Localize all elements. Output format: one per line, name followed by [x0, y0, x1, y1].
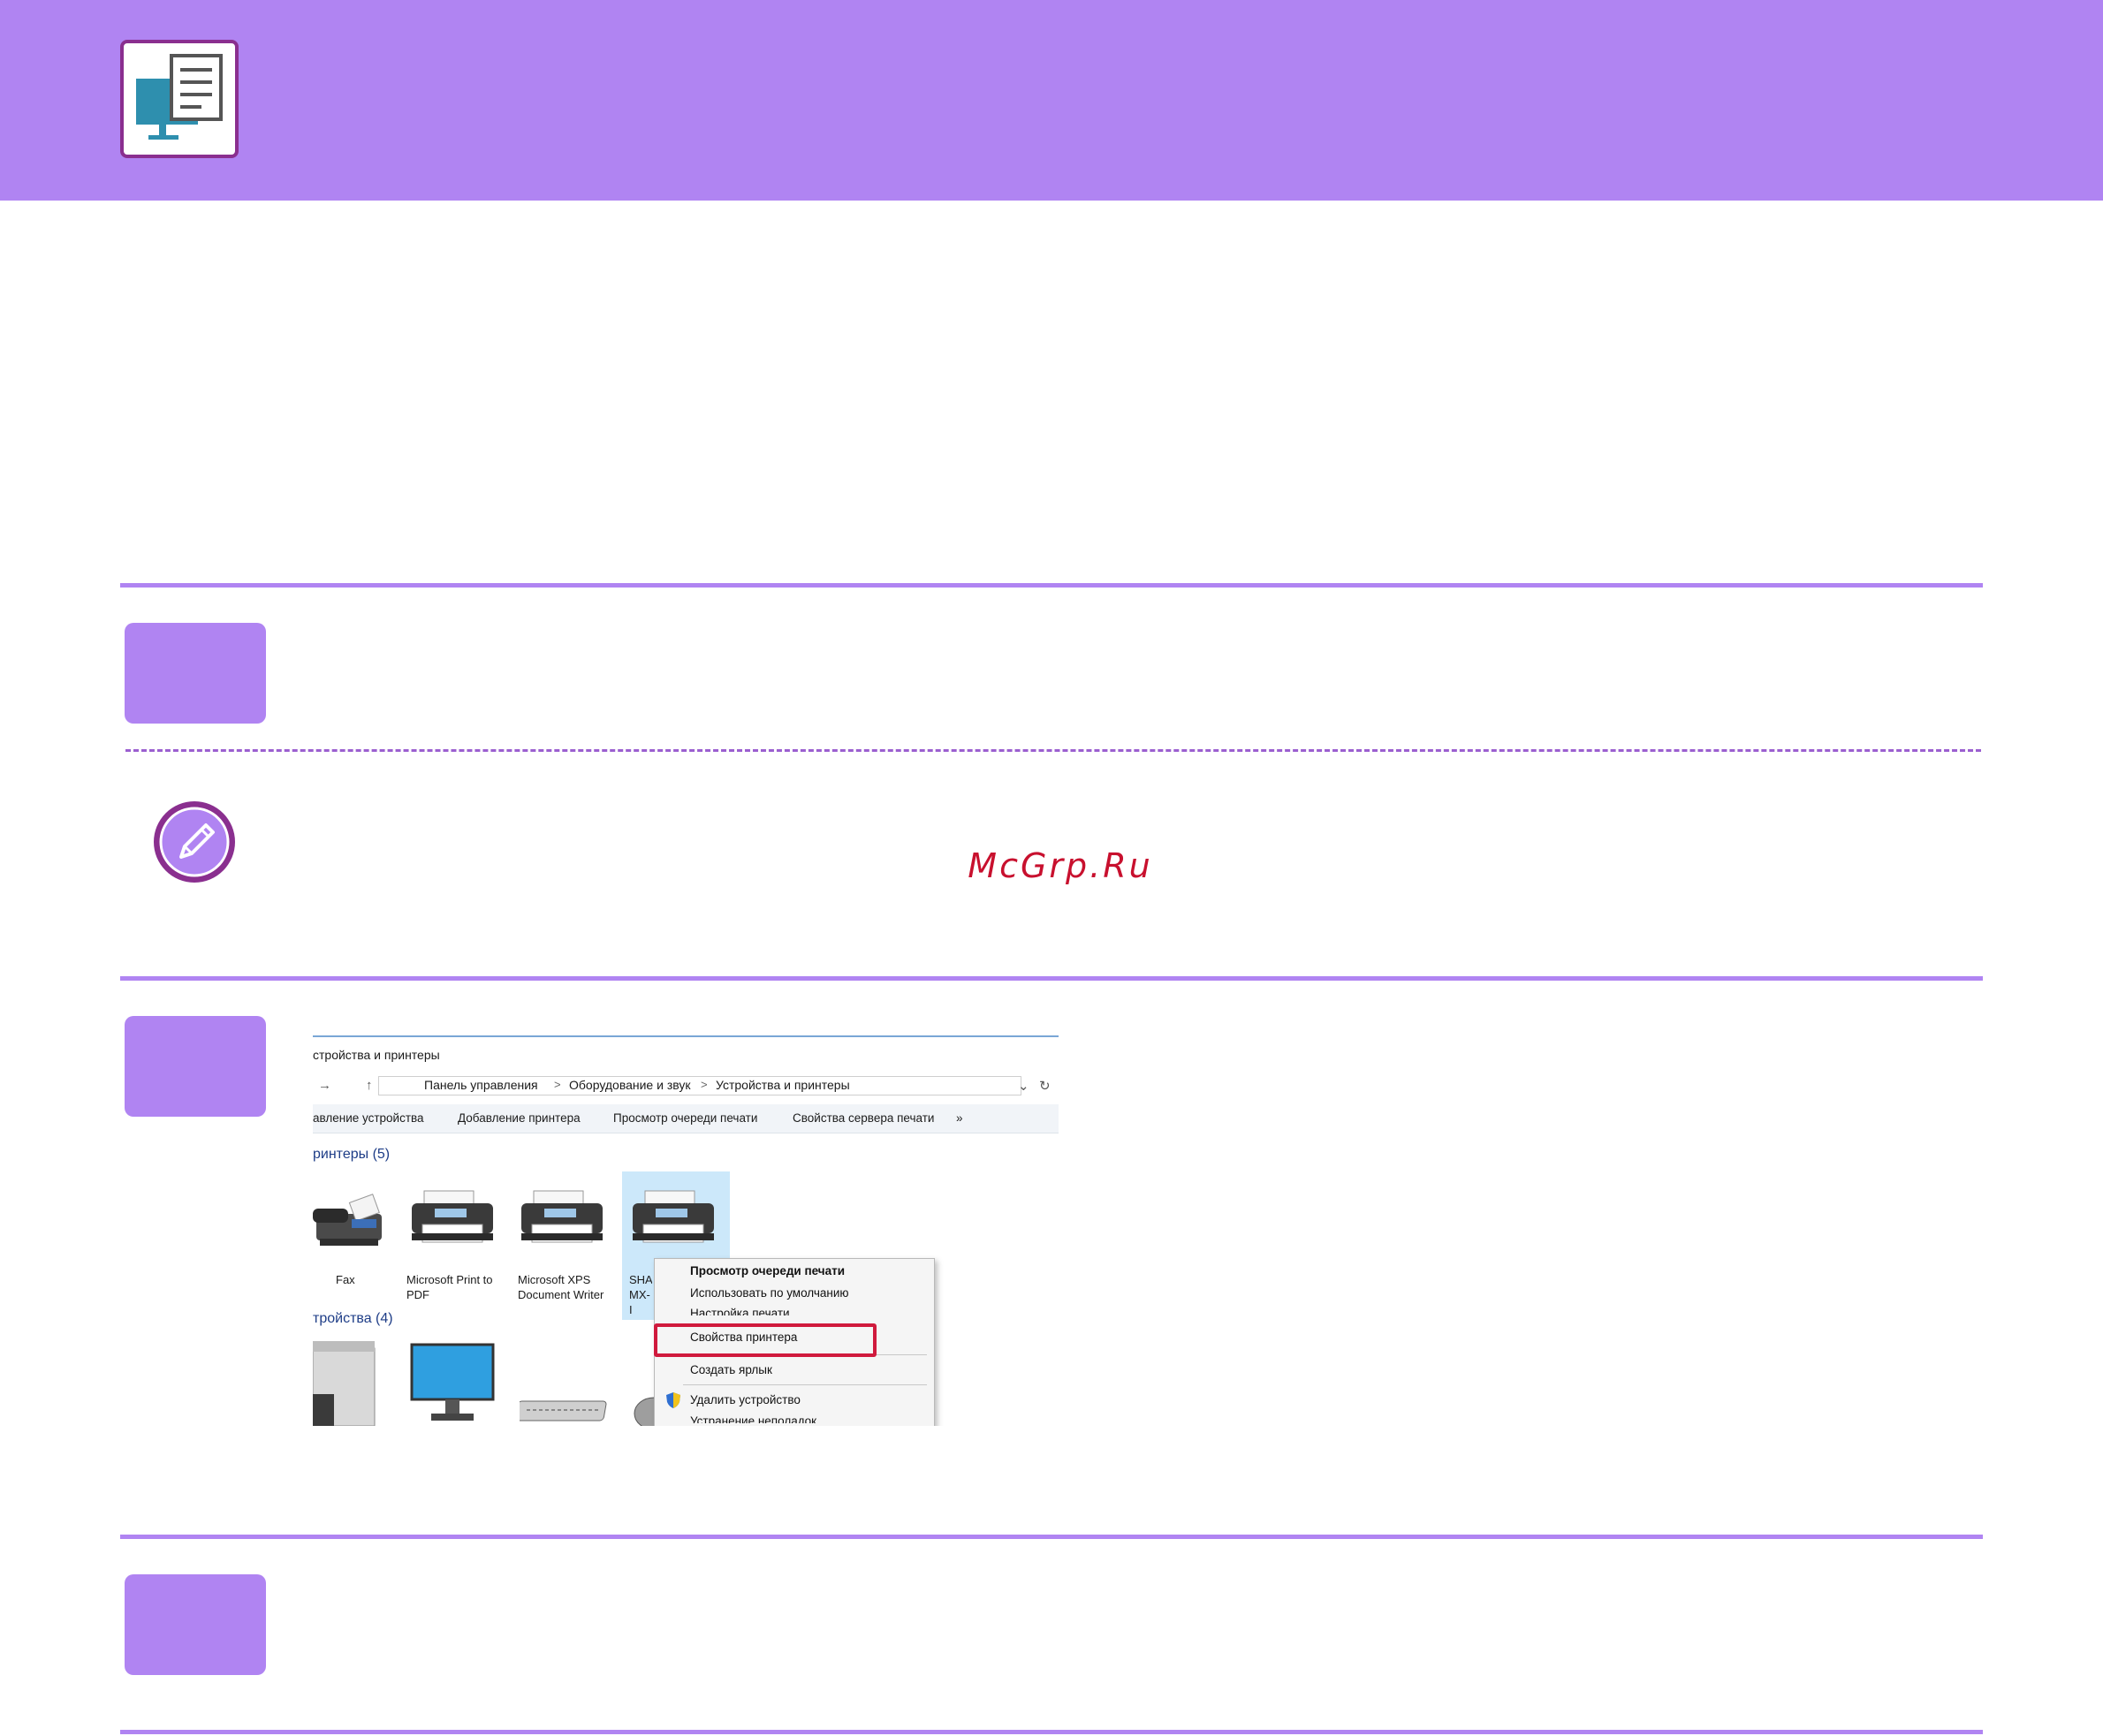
- menu-item-troubleshoot[interactable]: Устранение неполадок: [690, 1414, 816, 1423]
- printers-section-header[interactable]: ринтеры (5): [313, 1147, 390, 1163]
- up-arrow-icon[interactable]: ↑: [366, 1078, 373, 1093]
- menu-item-remove-device[interactable]: Удалить устройство: [690, 1393, 801, 1406]
- step-1-box: [125, 623, 266, 724]
- keyboard-icon[interactable]: [520, 1394, 608, 1426]
- toolbar-item[interactable]: Просмотр очереди печати: [613, 1111, 757, 1125]
- devices-printers-screenshot: стройства и принтеры → ↑ ⌄ ↻ Панель упра…: [313, 1035, 1059, 1426]
- menu-item-view-queue[interactable]: Просмотр очереди печати: [690, 1264, 845, 1277]
- dashed-divider: [125, 749, 1981, 752]
- uac-shield-icon: [666, 1392, 680, 1408]
- toolbar-more[interactable]: »: [956, 1111, 963, 1125]
- computer-document-icon: [120, 40, 239, 158]
- section-divider: [120, 976, 1983, 981]
- step-2-box: [125, 1016, 266, 1117]
- toolbar-item[interactable]: авление устройства: [313, 1111, 424, 1125]
- header-band: [0, 0, 2103, 201]
- watermark-text: McGrp.Ru: [968, 846, 1153, 885]
- pencil-note-icon: [151, 799, 238, 885]
- section-divider: [120, 1535, 1983, 1539]
- printer-icon[interactable]: [629, 1189, 717, 1251]
- fax-icon[interactable]: [313, 1189, 387, 1251]
- refresh-icon[interactable]: ↻: [1039, 1078, 1051, 1094]
- printer-icon[interactable]: [518, 1189, 606, 1251]
- breadcrumb-separator: >: [701, 1078, 708, 1091]
- printer-label[interactable]: Microsoft XPS Document Writer: [518, 1272, 624, 1302]
- menu-item-print-settings[interactable]: Настройка печати: [690, 1307, 790, 1315]
- monitor-icon[interactable]: [410, 1343, 495, 1426]
- printer-icon[interactable]: [408, 1189, 497, 1251]
- highlight-box: [654, 1323, 877, 1357]
- breadcrumb-separator: >: [554, 1078, 561, 1091]
- window-title: стройства и принтеры: [313, 1048, 440, 1062]
- menu-separator: [683, 1384, 927, 1385]
- step-3-box: [125, 1574, 266, 1675]
- breadcrumb-item[interactable]: Панель управления: [424, 1078, 538, 1092]
- toolbar-item[interactable]: Свойства сервера печати: [793, 1111, 934, 1125]
- printer-label[interactable]: Microsoft Print to PDF: [406, 1272, 512, 1302]
- breadcrumb-item[interactable]: Оборудование и звук: [569, 1078, 691, 1092]
- menu-item-create-shortcut[interactable]: Создать ярлык: [690, 1363, 772, 1376]
- section-divider: [120, 583, 1983, 588]
- computer-tower-icon[interactable]: [313, 1341, 378, 1426]
- breadcrumb-item[interactable]: Устройства и принтеры: [716, 1078, 850, 1092]
- printer-label[interactable]: SHAI MX-I: [629, 1272, 652, 1317]
- chevron-down-icon[interactable]: ⌄: [1018, 1078, 1029, 1094]
- back-arrow-icon[interactable]: →: [318, 1078, 331, 1093]
- toolbar-item[interactable]: Добавление принтера: [458, 1111, 581, 1125]
- devices-section-header[interactable]: тройства (4): [313, 1311, 393, 1327]
- section-divider: [120, 1730, 1983, 1734]
- menu-item-set-default[interactable]: Использовать по умолчанию: [690, 1286, 849, 1300]
